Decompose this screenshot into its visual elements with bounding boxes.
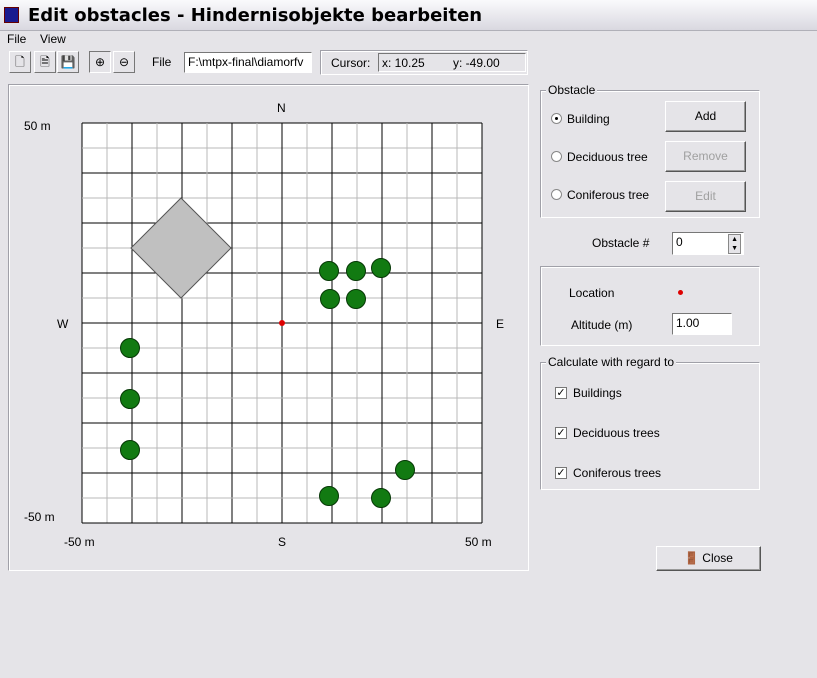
obstacle-group: Obstacle Building Deciduous tree Conifer… xyxy=(540,83,760,218)
obstacle-map[interactable] xyxy=(9,85,528,570)
zoom-out-icon[interactable]: ⊖ xyxy=(113,51,135,73)
obstacle-number-value: 0 xyxy=(676,235,683,249)
cursor-panel: Cursor: x: 10.25 y: -49.00 xyxy=(320,50,528,75)
map-panel: N S W E 50 m -50 m -50 m 50 m xyxy=(8,84,529,571)
tree xyxy=(371,488,391,508)
y-max-label: 50 m xyxy=(24,119,51,133)
altitude-input[interactable]: 1.00 xyxy=(672,313,732,335)
file-path-field[interactable]: F:\mtpx-final\diamorfv xyxy=(184,52,312,73)
west-label: W xyxy=(57,317,69,331)
close-button[interactable]: 🚪 Close xyxy=(656,546,761,571)
close-label: Close xyxy=(702,551,733,565)
tree xyxy=(319,261,339,281)
checkbox-buildings[interactable]: ✓ xyxy=(555,387,567,399)
checkbox-buildings-label[interactable]: Buildings xyxy=(573,386,622,400)
tree xyxy=(346,261,366,281)
spin-arrows-icon[interactable]: ▲ ▼ xyxy=(728,234,741,254)
altitude-label: Altitude (m) xyxy=(571,318,633,332)
location-marker-icon xyxy=(678,290,683,295)
checkbox-deciduous-label[interactable]: Deciduous trees xyxy=(573,426,660,440)
tree xyxy=(346,289,366,309)
cursor-y: y: -49.00 xyxy=(453,56,500,70)
x-min-label: -50 m xyxy=(64,535,95,549)
checkbox-coniferous-trees[interactable]: ✓ xyxy=(555,467,567,479)
obstacle-legend: Obstacle xyxy=(546,83,598,97)
radio-deciduous-label[interactable]: Deciduous tree xyxy=(567,150,648,164)
radio-building[interactable] xyxy=(551,113,562,124)
checkbox-deciduous-trees[interactable]: ✓ xyxy=(555,427,567,439)
tree xyxy=(120,338,140,358)
obstacle-number-spinner[interactable]: 0 ▲ ▼ xyxy=(672,232,744,255)
cursor-readout: x: 10.25 y: -49.00 xyxy=(378,53,526,72)
radio-coniferous-label[interactable]: Coniferous tree xyxy=(567,188,649,202)
cursor-label: Cursor: xyxy=(331,56,371,70)
tree xyxy=(395,460,415,480)
menu-file[interactable]: File xyxy=(7,32,26,46)
open-file-icon[interactable]: 🗎 xyxy=(34,51,56,73)
save-file-icon[interactable]: 💾 xyxy=(57,51,79,73)
east-label: E xyxy=(496,317,505,331)
cursor-x: x: 10.25 xyxy=(382,56,425,70)
y-min-label: -50 m xyxy=(24,510,55,524)
north-label: N xyxy=(277,101,286,115)
tree xyxy=(120,389,140,409)
radio-coniferous-tree[interactable] xyxy=(551,189,562,200)
radio-building-label[interactable]: Building xyxy=(567,112,610,126)
new-file-icon[interactable]: 🗋 xyxy=(9,51,31,73)
tree xyxy=(320,289,340,309)
door-exit-icon: 🚪 xyxy=(684,551,699,565)
selected-location-marker xyxy=(279,320,285,326)
checkbox-coniferous-label[interactable]: Coniferous trees xyxy=(573,466,661,480)
location-label: Location xyxy=(569,286,615,300)
calculate-group: Calculate with regard to ✓ Buildings ✓ D… xyxy=(540,355,760,490)
app-icon xyxy=(4,7,19,23)
file-label: File xyxy=(152,55,172,69)
title-bar: Edit obstacles - Hindernisobjekte bearbe… xyxy=(0,0,817,31)
remove-button[interactable]: Remove xyxy=(665,141,746,172)
tree xyxy=(120,440,140,460)
menu-view[interactable]: View xyxy=(40,32,66,46)
add-button[interactable]: Add xyxy=(665,101,746,132)
tree xyxy=(319,486,339,506)
zoom-in-icon[interactable]: ⊕ xyxy=(89,51,111,73)
location-group: Location Altitude (m) 1.00 xyxy=(540,266,760,346)
obstacle-number-label: Obstacle # xyxy=(592,236,650,250)
window-title: Edit obstacles - Hindernisobjekte bearbe… xyxy=(28,5,483,26)
calculate-legend: Calculate with regard to xyxy=(546,355,677,369)
south-label: S xyxy=(278,535,287,549)
x-max-label: 50 m xyxy=(465,535,492,549)
tree xyxy=(371,258,391,278)
edit-button[interactable]: Edit xyxy=(665,181,746,212)
radio-deciduous-tree[interactable] xyxy=(551,151,562,162)
